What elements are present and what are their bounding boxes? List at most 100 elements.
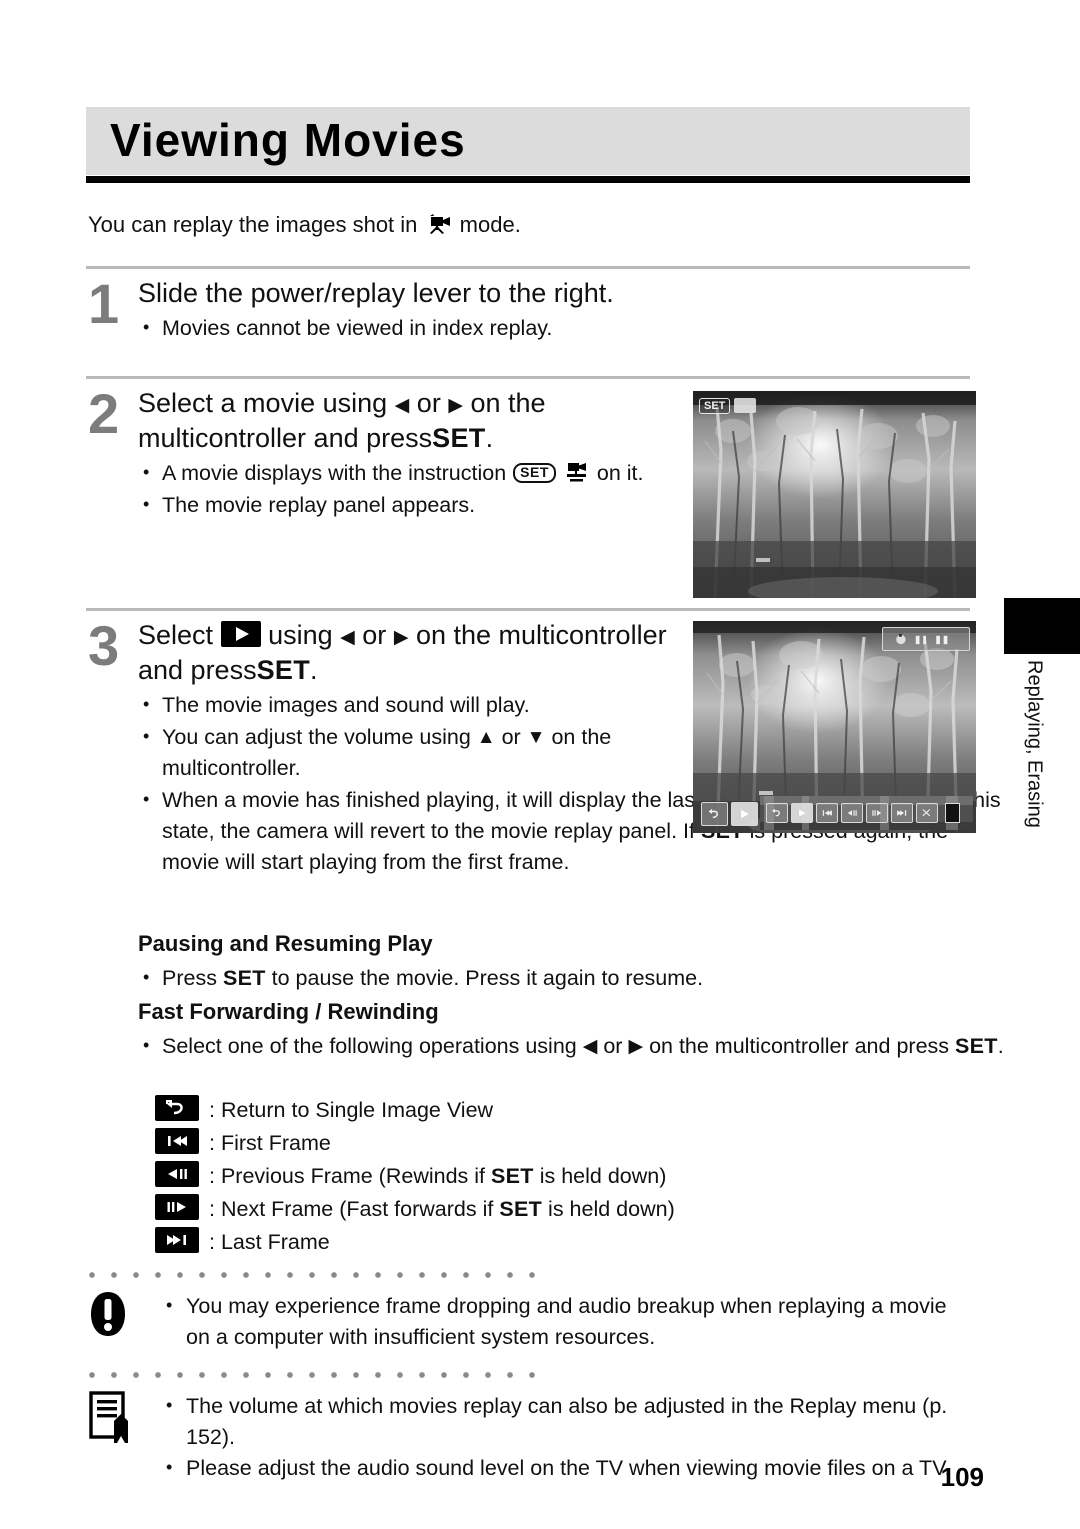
list-item: A movie displays with the instruction SE… xyxy=(138,457,708,489)
set-label: SET xyxy=(491,1163,534,1188)
bullet-or: or xyxy=(501,725,521,749)
set-label: SET xyxy=(955,1034,998,1058)
operation-separator: : xyxy=(209,1130,215,1155)
forest-movie-thumbnail: SET xyxy=(693,391,976,598)
dotted-divider-1 xyxy=(88,1271,540,1279)
pausing-part1: Press xyxy=(162,966,217,990)
list-item: : Next Frame (Fast forwards if SET is he… xyxy=(155,1193,675,1225)
pausing-heading: Pausing and Resuming Play xyxy=(138,931,433,956)
bullet-text-part1: You can adjust the volume using xyxy=(162,725,471,749)
note-line: on a computer with insufficient system r… xyxy=(186,1325,656,1349)
play-icon[interactable] xyxy=(791,803,813,823)
ff-part2: on the multicontroller and press xyxy=(649,1034,950,1058)
return-icon xyxy=(155,1095,199,1121)
movie-replay-panel-copy[interactable] xyxy=(766,800,960,826)
intro-text-after: mode. xyxy=(459,212,521,237)
volume-indicator[interactable] xyxy=(945,803,960,823)
section-divider-2 xyxy=(86,376,970,379)
set-label: SET xyxy=(222,966,266,990)
intro-text-before: You can replay the images shot in xyxy=(88,212,418,237)
list-item: : Return to Single Image View xyxy=(155,1094,675,1126)
chapter-side-label: Replaying, Erasing xyxy=(1004,660,1064,920)
return-icon[interactable] xyxy=(766,803,788,823)
chapter-side-label-text: Replaying, Erasing xyxy=(1023,660,1046,828)
photo1-overlay-badge: SET xyxy=(699,396,757,415)
note-pencil-icon xyxy=(88,1391,132,1448)
dotted-divider-2 xyxy=(88,1371,540,1379)
operation-separator: : xyxy=(209,1229,215,1254)
list-item: The movie images and sound will play. xyxy=(138,689,742,721)
operation-label: : Last Frame xyxy=(209,1230,330,1255)
return-icon[interactable] xyxy=(701,802,728,826)
step-1-bullets: Movies cannot be viewed in index replay. xyxy=(138,312,738,344)
page-title: Viewing Movies xyxy=(110,114,466,166)
step-1-number: 1 xyxy=(88,272,120,335)
set-label: SET xyxy=(499,1196,543,1221)
next-frame-icon[interactable] xyxy=(866,803,888,823)
arrow-right-icon: ▶ xyxy=(448,395,463,416)
info-note-text: The volume at which movies replay can al… xyxy=(160,1390,990,1484)
note-line: The volume at which movies replay can al… xyxy=(160,1390,990,1453)
operation-label: : Previous Frame (Rewinds if SET is held… xyxy=(209,1164,666,1189)
intro-paragraph: You can replay the images shot in mode. xyxy=(88,210,788,240)
note-line: Please adjust the audio sound level on t… xyxy=(160,1452,990,1484)
arrow-left-icon: ◀ xyxy=(340,627,355,648)
play-icon[interactable] xyxy=(731,802,758,826)
list-item: You can adjust the volume using ▲ or ▼ o… xyxy=(138,721,742,784)
arrow-left-icon: ◀ xyxy=(582,1036,598,1057)
operation-text-part1: Next Frame (Fast forwards if xyxy=(220,1196,494,1221)
operation-separator: : xyxy=(209,1196,215,1221)
pausing-part2: to pause the movie. Press it again to re… xyxy=(271,966,704,990)
arrow-right-icon: ▶ xyxy=(628,1036,644,1057)
page-number: 109 xyxy=(940,1462,984,1492)
step-3-heading-end: . xyxy=(310,655,318,685)
note-line: You may experience frame dropping and au… xyxy=(160,1290,990,1322)
arrow-down-icon: ▼ xyxy=(526,727,546,748)
chapter-header-rule xyxy=(86,176,970,183)
step-2-heading: Select a movie using ◀ or ▶ on the multi… xyxy=(138,386,708,456)
operation-label: : Return to Single Image View xyxy=(209,1098,493,1123)
fastforward-heading: Fast Forwarding / Rewinding xyxy=(138,999,439,1024)
ff-or: or xyxy=(603,1034,623,1058)
arrow-right-icon: ▶ xyxy=(393,627,409,648)
ff-part1: Select one of the following operations u… xyxy=(162,1034,577,1058)
list-item: : First Frame xyxy=(155,1127,675,1159)
set-badge: SET xyxy=(699,397,731,414)
play-icon xyxy=(220,620,261,647)
list-item: : Last Frame xyxy=(155,1226,675,1258)
chapter-header-band: Viewing Movies xyxy=(86,107,970,175)
step-2-heading-end: . xyxy=(485,423,494,453)
operation-label: : First Frame xyxy=(209,1131,331,1156)
first-frame-icon xyxy=(155,1128,199,1154)
fastforward-bullet: Select one of the following operations u… xyxy=(138,1030,1012,1062)
movie-play-badge-icon xyxy=(734,398,757,413)
manual-page: Viewing Movies You can replay the images… xyxy=(0,0,1080,1529)
list-item: : Previous Frame (Rewinds if SET is held… xyxy=(155,1160,675,1192)
previous-frame-icon[interactable] xyxy=(841,803,863,823)
step-3-number: 3 xyxy=(88,614,120,677)
step-2-number: 2 xyxy=(88,382,120,445)
step-3-using: using xyxy=(268,620,333,650)
movie-time-badge xyxy=(882,627,970,651)
ff-end: . xyxy=(997,1034,1004,1058)
pausing-bullet: Press SET to pause the movie. Press it a… xyxy=(138,962,1012,994)
step-3-heading-part1: Select xyxy=(138,620,214,650)
operation-text-part2: is held down) xyxy=(548,1196,675,1221)
operations-list: : Return to Single Image View : First Fr… xyxy=(155,1094,675,1259)
operation-separator: : xyxy=(209,1097,215,1122)
operation-label: : Next Frame (Fast forwards if SET is he… xyxy=(209,1197,675,1222)
warning-exclamation-icon xyxy=(88,1291,128,1342)
step-3-heading: Select using ◀ or ▶ on the multicontroll… xyxy=(138,618,718,688)
last-frame-icon[interactable] xyxy=(891,803,913,823)
set-label: SET xyxy=(256,655,310,685)
movie-instruction-icon xyxy=(564,461,590,482)
operation-text-part1: Previous Frame (Rewinds if xyxy=(220,1163,486,1188)
first-frame-icon[interactable] xyxy=(816,803,838,823)
set-label: SET xyxy=(432,423,486,453)
operation-separator: : xyxy=(209,1163,215,1188)
arrow-up-icon: ▲ xyxy=(476,727,496,748)
list-item: The movie replay panel appears. xyxy=(138,489,708,521)
chapter-side-tab xyxy=(1004,598,1080,654)
step-2-or: or xyxy=(416,388,441,418)
edit-scissors-icon[interactable] xyxy=(916,803,938,823)
